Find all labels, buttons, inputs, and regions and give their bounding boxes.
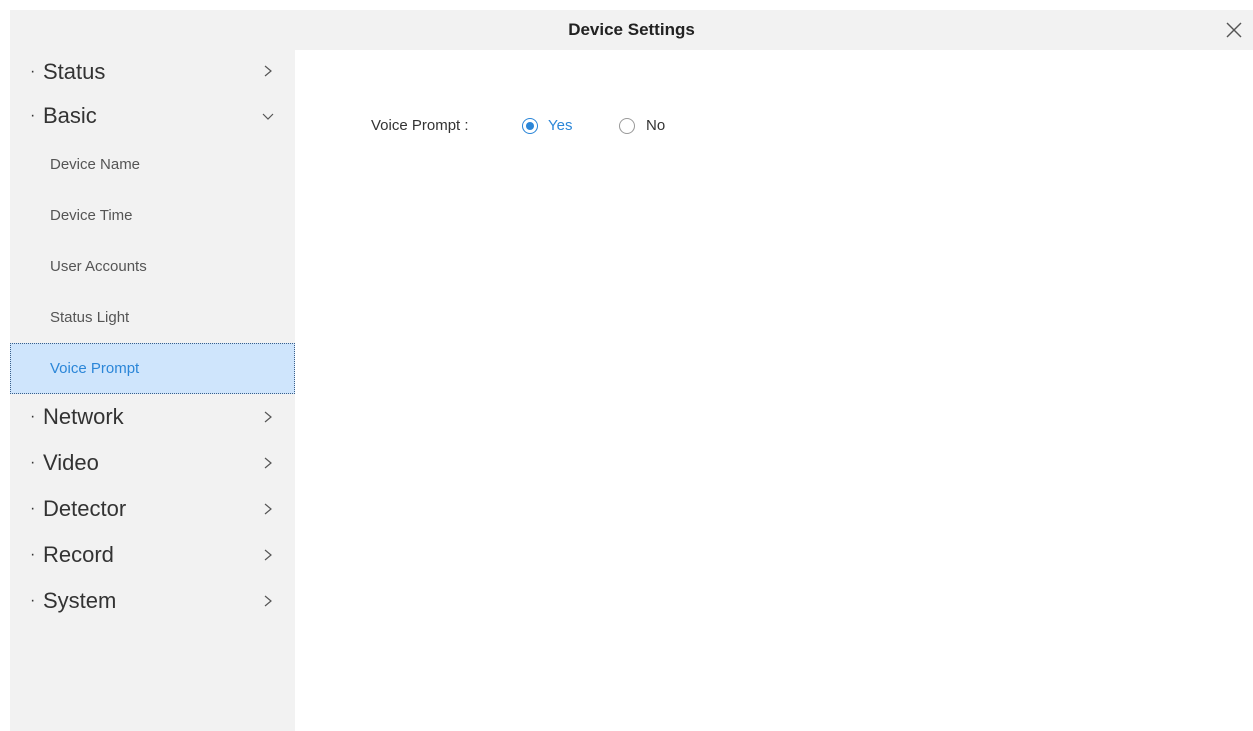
sidebar-group-label: Video <box>43 450 99 475</box>
bullet: · <box>30 408 36 425</box>
sidebar-group-label: Detector <box>43 496 127 521</box>
sidebar-group-system[interactable]: · System <box>10 578 295 624</box>
sidebar-group-basic[interactable]: · Basic <box>10 93 295 139</box>
chevron-right-icon <box>262 411 274 423</box>
voice-prompt-no-label[interactable]: No <box>646 114 665 138</box>
title-bar: Device Settings <box>10 10 1253 50</box>
settings-content: Voice Prompt : Yes No <box>295 50 1253 731</box>
sidebar-nav: · Status · Basic Device Name Device Time… <box>10 50 295 731</box>
bullet: · <box>30 63 36 80</box>
sidebar-group-label: Basic <box>43 103 97 128</box>
voice-prompt-yes-radio[interactable] <box>522 118 538 134</box>
sidebar-group-label: Network <box>43 404 124 429</box>
sidebar-group-record[interactable]: · Record <box>10 532 295 578</box>
voice-prompt-no-radio[interactable] <box>619 118 635 134</box>
device-settings-window: Device Settings · Status · Basic Device … <box>0 0 1253 731</box>
sidebar-group-network[interactable]: · Network <box>10 394 295 440</box>
voice-prompt-yes-label[interactable]: Yes <box>548 114 572 138</box>
chevron-down-icon <box>262 110 274 122</box>
bullet: · <box>30 454 36 471</box>
sidebar-item-device-time[interactable]: Device Time <box>10 190 295 241</box>
bullet: · <box>30 107 36 124</box>
bullet: · <box>30 546 36 563</box>
bullet: · <box>30 592 36 609</box>
sidebar-item-voice-prompt[interactable]: Voice Prompt <box>10 343 295 394</box>
sidebar-group-status[interactable]: · Status <box>10 50 295 93</box>
chevron-right-icon <box>262 457 274 469</box>
chevron-right-icon <box>262 549 274 561</box>
window-title: Device Settings <box>568 20 695 39</box>
sidebar-group-detector[interactable]: · Detector <box>10 486 295 532</box>
chevron-right-icon <box>262 65 274 77</box>
bullet: · <box>30 500 36 517</box>
sidebar-group-label: Record <box>43 542 114 567</box>
close-button[interactable] <box>1223 19 1245 41</box>
sidebar-group-video[interactable]: · Video <box>10 440 295 486</box>
sidebar-group-label: System <box>43 588 117 613</box>
voice-prompt-label: Voice Prompt : <box>371 117 469 134</box>
close-icon <box>1226 22 1242 38</box>
chevron-right-icon <box>262 595 274 607</box>
sidebar-group-label: Status <box>43 59 106 84</box>
chevron-right-icon <box>262 503 274 515</box>
sidebar-item-status-light[interactable]: Status Light <box>10 292 295 343</box>
sidebar-item-user-accounts[interactable]: User Accounts <box>10 241 295 292</box>
sidebar-item-device-name[interactable]: Device Name <box>10 139 295 190</box>
